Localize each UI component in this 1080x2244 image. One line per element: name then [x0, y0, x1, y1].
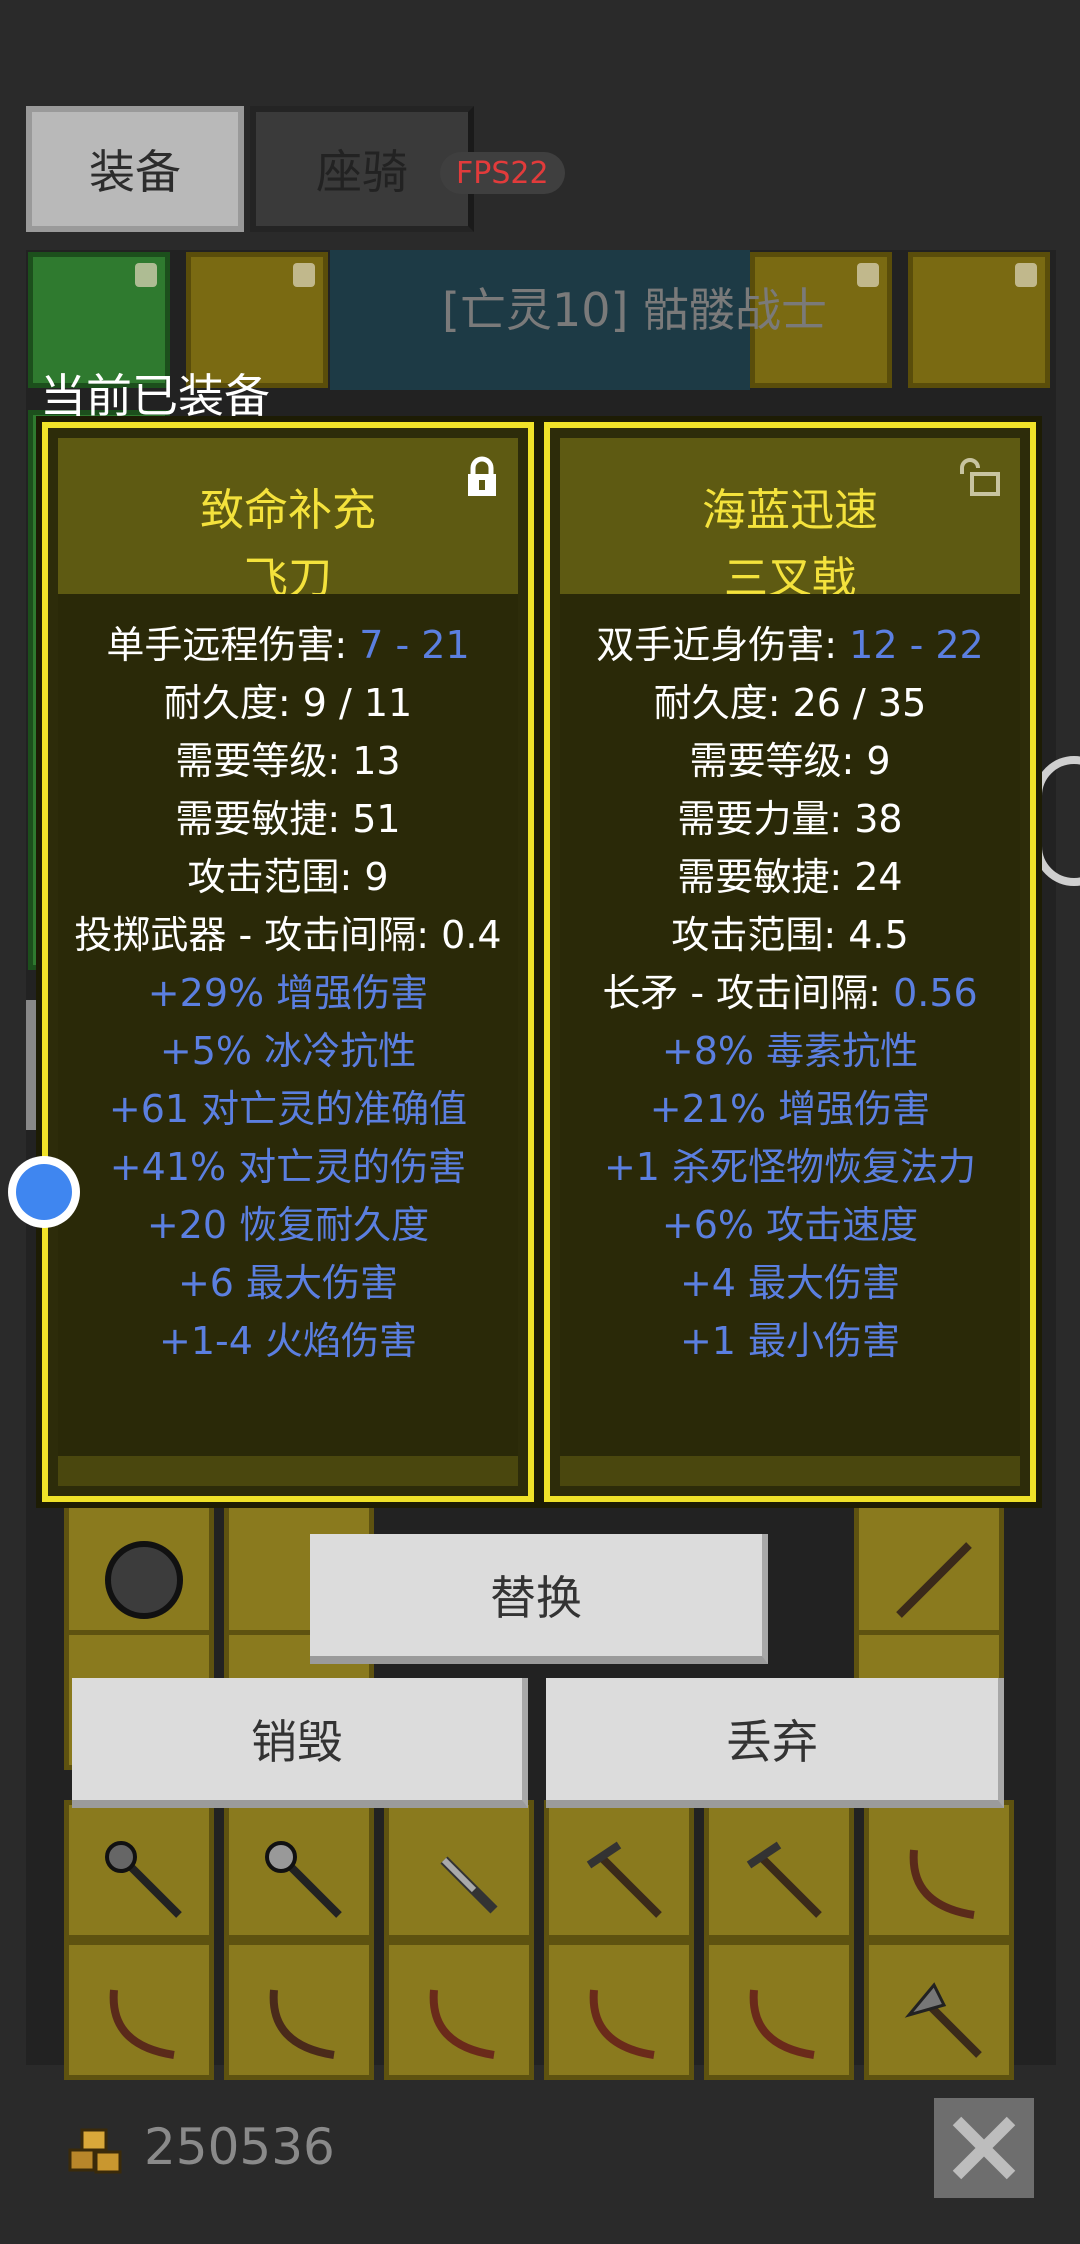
lock-icon [293, 263, 315, 287]
equipment-slot-amulet[interactable] [908, 252, 1050, 388]
bow-icon [589, 1989, 655, 2059]
assistant-bubble-icon[interactable] [8, 1156, 80, 1228]
inventory-slot[interactable] [64, 1500, 214, 1640]
pickaxe-icon [746, 1841, 822, 1918]
lock-icon[interactable] [464, 456, 500, 498]
inventory-slot[interactable] [384, 1800, 534, 1940]
card-stats: 双手近身伤害: 12 - 22 耐久度: 26 / 35 需要等级: 9 需要力… [560, 594, 1020, 1456]
lock-icon [1015, 263, 1037, 287]
stat-level-req: 需要等级: 9 [689, 739, 891, 783]
affix: +20 恢复耐久度 [146, 1203, 430, 1247]
affix: +61 对亡灵的准确值 [108, 1087, 468, 1131]
card-header: 海蓝迅速 三叉戟 [560, 438, 1020, 604]
bow-icon [749, 1989, 815, 2059]
mace-icon [105, 1841, 182, 1918]
affix: +1 杀死怪物恢复法力 [603, 1145, 977, 1189]
bow-icon [429, 1989, 495, 2059]
inventory-slot[interactable] [224, 1940, 374, 2080]
close-icon [952, 2116, 1016, 2180]
inventory-slot[interactable] [544, 1800, 694, 1940]
affix: +8% 毒素抗性 [661, 1029, 919, 1073]
gold-coins-icon [68, 2128, 122, 2174]
stat-value: 0.56 [893, 971, 978, 1015]
bow-icon [269, 1989, 335, 2059]
stat-damage: 双手近身伤害: 12 - 22 [560, 614, 1020, 669]
lock-icon [857, 263, 879, 287]
affix: +1 最小伤害 [679, 1319, 901, 1363]
stat-damage: 单手远程伤害: 7 - 21 [58, 614, 518, 669]
stat-durability: 耐久度: 26 / 35 [653, 681, 927, 725]
affix: +1-4 火焰伤害 [159, 1319, 417, 1363]
item-title: 海蓝迅速 [702, 485, 878, 536]
affix: +6% 攻击速度 [661, 1203, 919, 1247]
inventory-slot[interactable] [854, 1500, 1004, 1640]
tab-equipment[interactable]: 装备 [26, 106, 244, 232]
monster-name: [亡灵10] 骷髅战士 [442, 283, 828, 337]
close-button[interactable] [934, 2098, 1034, 2198]
bow-icon [909, 1849, 975, 1919]
spear-icon [896, 1542, 972, 1618]
replace-button[interactable]: 替换 [310, 1534, 768, 1664]
stat-label: 双手近身伤害: [596, 623, 850, 667]
stat-range: 攻击范围: 9 [187, 855, 389, 899]
stat-attack-interval: 长矛 - 攻击间隔: 0.56 [560, 962, 1020, 1017]
inventory-slot[interactable] [64, 1940, 214, 2080]
floating-ring-icon[interactable] [1034, 756, 1080, 886]
stat-value: 7 - 21 [359, 623, 470, 667]
card-footer [560, 1456, 1020, 1486]
inventory-slot[interactable] [704, 1800, 854, 1940]
inventory-slot[interactable] [64, 1800, 214, 1940]
fps-counter: FPS22 [440, 152, 565, 194]
item-card-equipped: 致命补充 飞刀 单手远程伤害: 7 - 21 耐久度: 9 / 11 需要等级:… [36, 416, 540, 1508]
destroy-button[interactable]: 销毁 [72, 1678, 528, 1808]
mace-icon [265, 1841, 342, 1918]
affix: +41% 对亡灵的伤害 [109, 1145, 467, 1189]
stat-label: 长矛 - 攻击间隔: [602, 971, 894, 1015]
dagger-icon [440, 1856, 498, 1914]
stat-level-req: 需要等级: 13 [175, 739, 401, 783]
stat-str-req: 需要力量: 38 [677, 797, 903, 841]
inventory-slot[interactable] [544, 1940, 694, 2080]
pickaxe-icon [586, 1841, 662, 1918]
affix: +6 最大伤害 [177, 1261, 399, 1305]
affix: +5% 冰冷抗性 [159, 1029, 417, 1073]
stat-durability: 耐久度: 9 / 11 [163, 681, 413, 725]
stat-attack-interval: 投掷武器 - 攻击间隔: 0.4 [74, 913, 502, 957]
affix: +29% 增强伤害 [147, 971, 429, 1015]
inventory-slot[interactable] [864, 1800, 1014, 1940]
shield-icon [105, 1541, 183, 1619]
axe-icon [904, 1982, 982, 2058]
stat-value: 12 - 22 [849, 623, 984, 667]
gold-amount: 250536 [144, 2118, 335, 2176]
discard-button[interactable]: 丢弃 [546, 1678, 1004, 1808]
inventory-slot[interactable] [224, 1800, 374, 1940]
assistant-face-icon [16, 1164, 72, 1220]
stat-dex-req: 需要敏捷: 51 [175, 797, 401, 841]
inventory-slot[interactable] [864, 1940, 1014, 2080]
tab-mount-label: 座骑 [316, 145, 408, 199]
stat-range: 攻击范围: 4.5 [671, 913, 909, 957]
inventory-slot[interactable] [384, 1940, 534, 2080]
stat-dex-req: 需要敏捷: 24 [677, 855, 903, 899]
affix: +4 最大伤害 [679, 1261, 901, 1305]
bow-icon [109, 1989, 175, 2059]
lock-icon [135, 263, 157, 287]
item-title: 致命补充 [200, 485, 376, 536]
inventory-slot[interactable] [704, 1940, 854, 2080]
scroll-indicator [26, 1000, 40, 1130]
card-footer [58, 1456, 518, 1486]
item-card-new: 海蓝迅速 三叉戟 双手近身伤害: 12 - 22 耐久度: 26 / 35 需要… [538, 416, 1042, 1508]
unlock-icon[interactable] [958, 456, 1002, 498]
stat-label: 单手远程伤害: [106, 623, 360, 667]
card-header: 致命补充 飞刀 [58, 438, 518, 604]
card-stats: 单手远程伤害: 7 - 21 耐久度: 9 / 11 需要等级: 13 需要敏捷… [58, 594, 518, 1456]
affix: +21% 增强伤害 [649, 1087, 931, 1131]
equipped-label: 当前已装备 [40, 369, 270, 423]
tab-equipment-label: 装备 [89, 145, 181, 199]
